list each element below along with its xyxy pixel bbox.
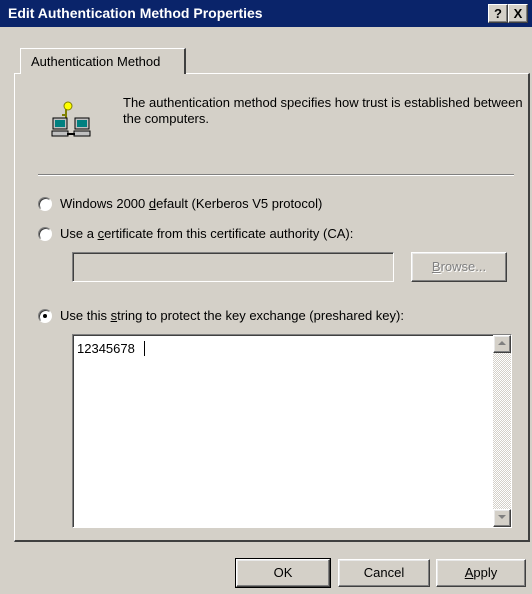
- apply-button[interactable]: Apply: [436, 559, 526, 587]
- preshared-key-value: 12345678: [77, 341, 135, 356]
- radio-kerberos[interactable]: [38, 197, 52, 211]
- cancel-button[interactable]: Cancel: [338, 559, 430, 587]
- close-button[interactable]: X: [508, 4, 528, 23]
- label-preshared[interactable]: Use this string to protect the key excha…: [60, 308, 404, 323]
- help-button[interactable]: ?: [488, 4, 508, 23]
- title-bar: Edit Authentication Method Properties ? …: [0, 0, 532, 27]
- browse-button[interactable]: Browse...: [411, 252, 507, 282]
- ca-input[interactable]: [72, 252, 394, 282]
- arrow-up-icon: [498, 341, 506, 345]
- radio-certificate[interactable]: [38, 227, 52, 241]
- label-kerberos[interactable]: Windows 2000 default (Kerberos V5 protoc…: [60, 196, 322, 211]
- window-title: Edit Authentication Method Properties: [8, 5, 263, 21]
- ok-button[interactable]: OK: [235, 558, 331, 588]
- arrow-down-icon: [498, 515, 506, 519]
- separator: [38, 174, 514, 176]
- text-caret: [144, 341, 145, 356]
- radio-preshared[interactable]: [38, 309, 52, 323]
- tab-label: Authentication Method: [31, 54, 161, 69]
- scroll-down-button[interactable]: [493, 509, 511, 527]
- network-computers-with-key-icon: [51, 101, 91, 137]
- preshared-key-textarea[interactable]: 12345678: [72, 334, 512, 528]
- tab-authentication-method[interactable]: Authentication Method: [20, 48, 186, 74]
- description-text: The authentication method specifies how …: [123, 95, 523, 126]
- scroll-up-button[interactable]: [493, 335, 511, 353]
- label-certificate[interactable]: Use a certificate from this certificate …: [60, 226, 353, 241]
- vertical-scrollbar[interactable]: [493, 335, 511, 527]
